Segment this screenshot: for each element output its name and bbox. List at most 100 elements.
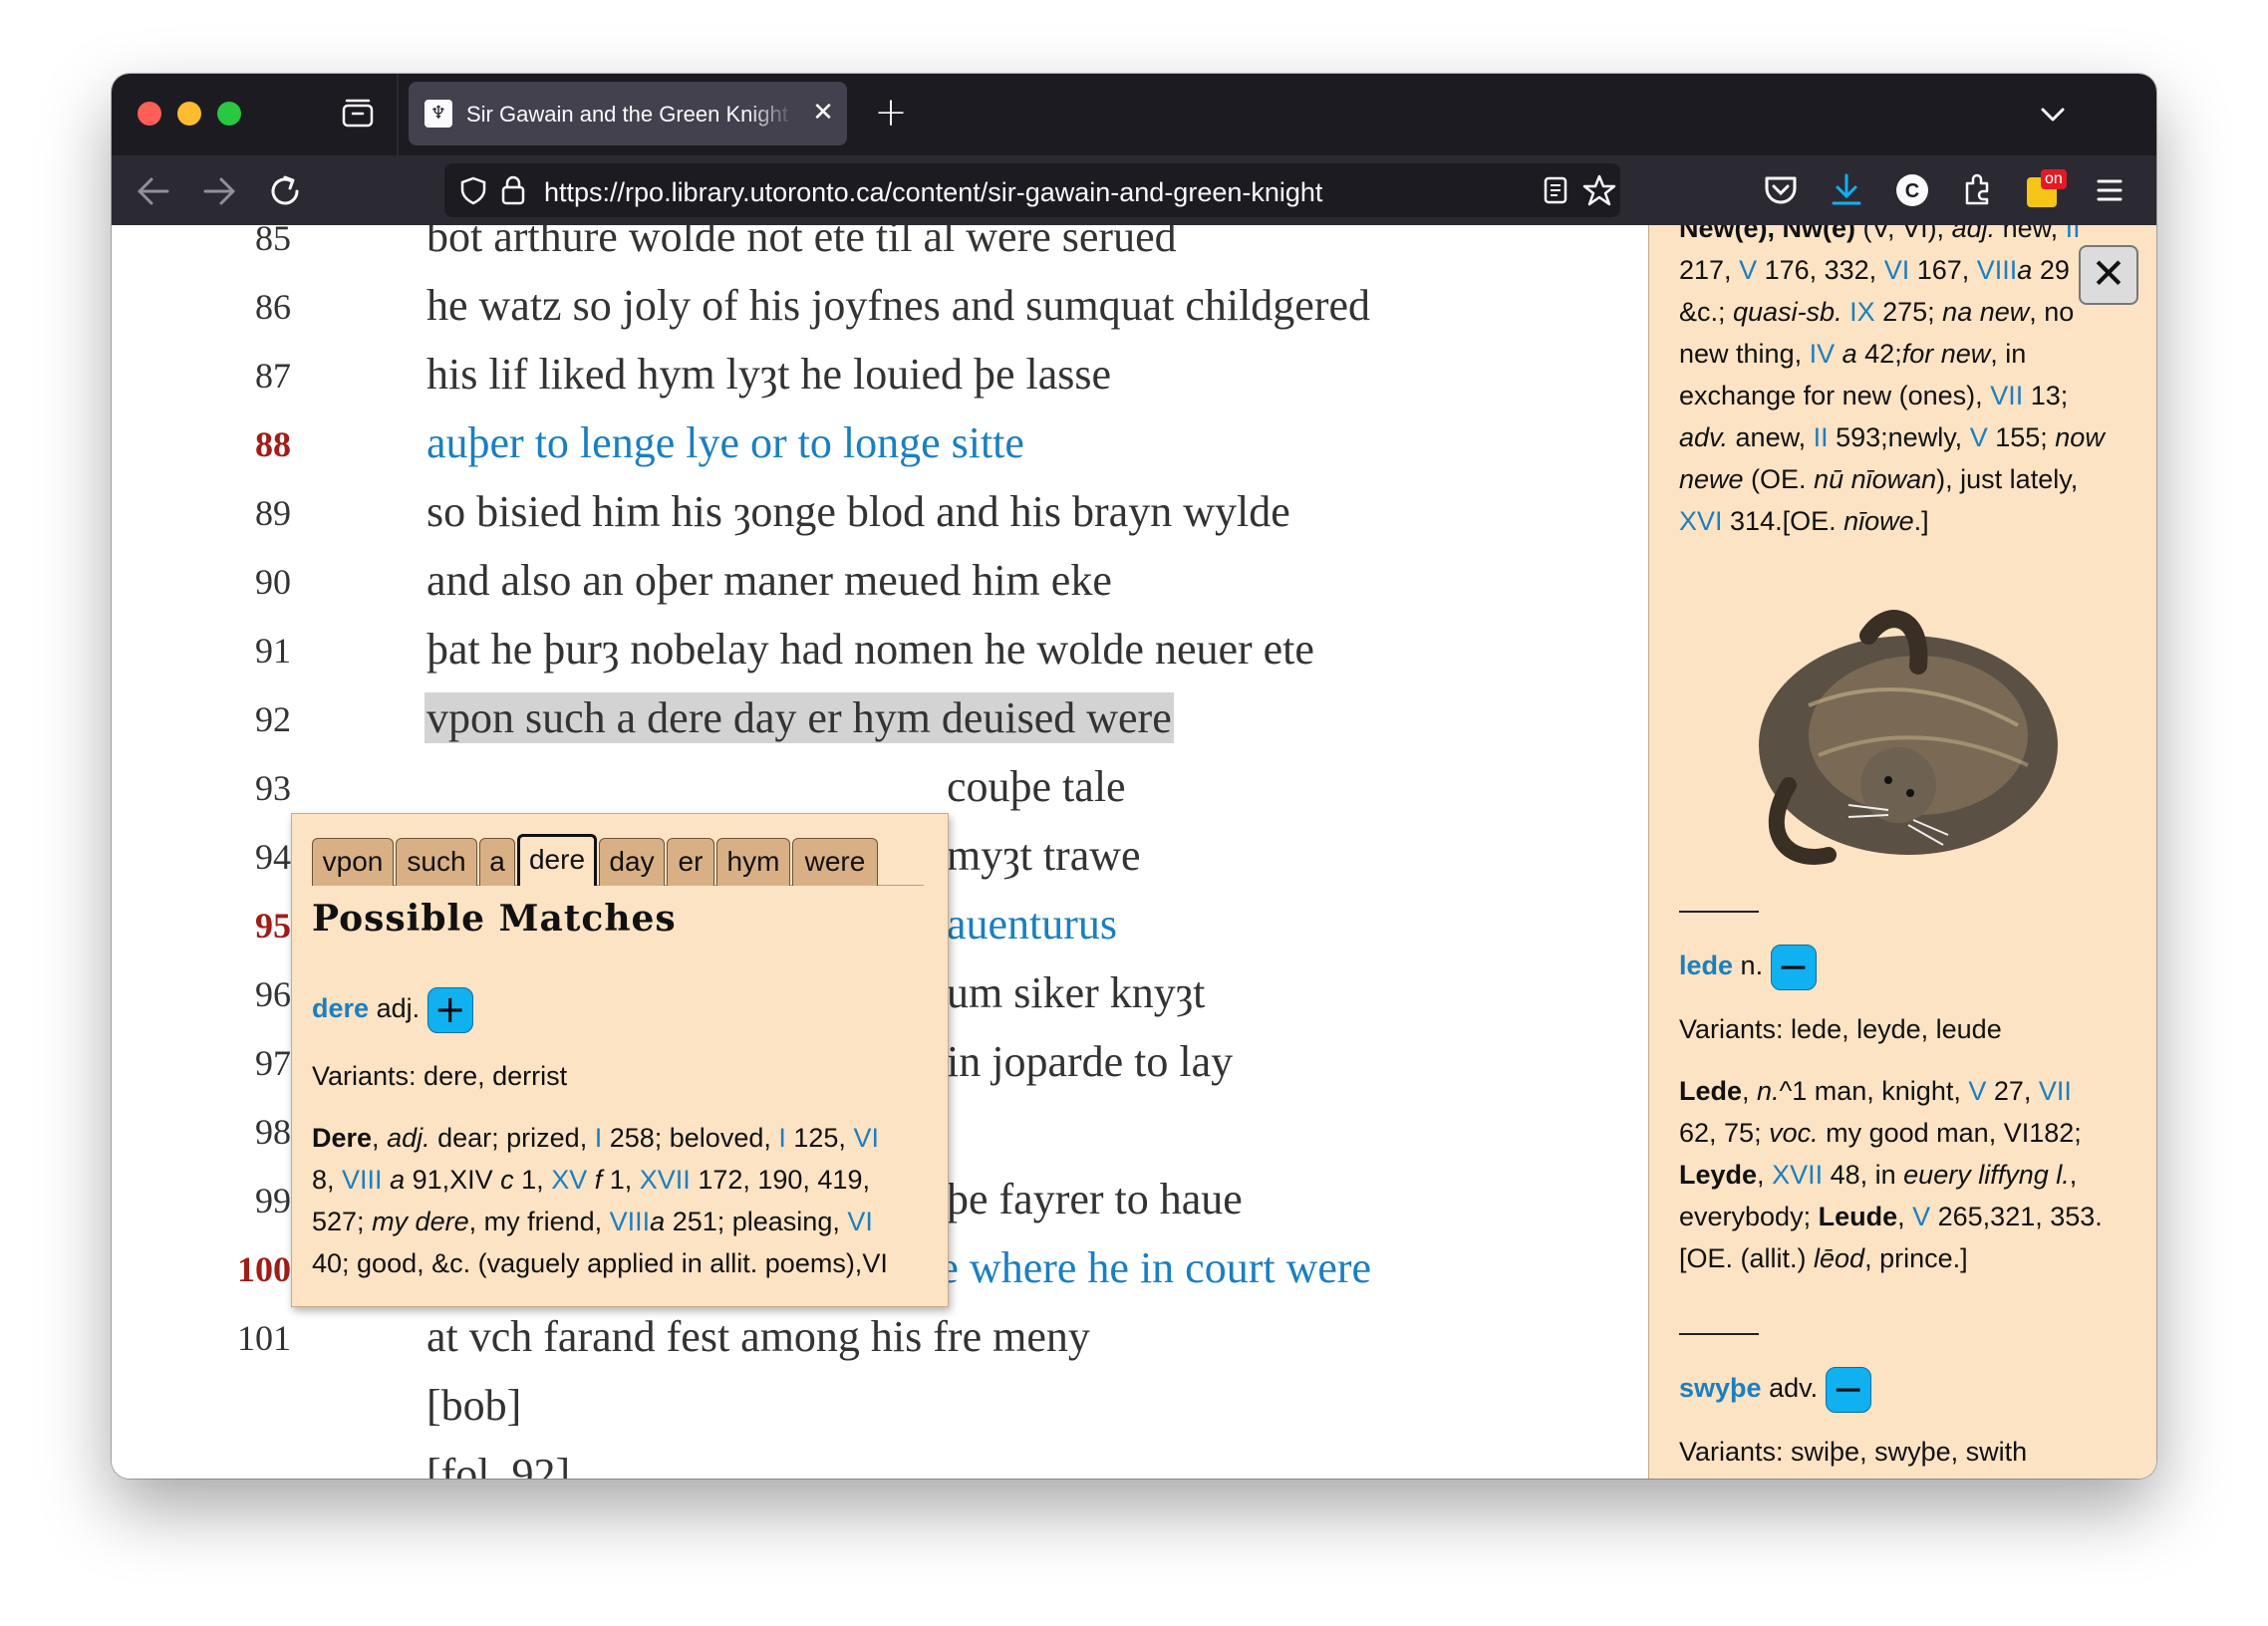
- line-text[interactable]: auenturus: [947, 899, 1117, 949]
- sidebar-definition-line: Lede, n.^1 man, knight, V 27, VII: [1679, 1076, 2072, 1106]
- chevron-down-icon[interactable]: [2033, 96, 2073, 136]
- line-number: 94: [255, 837, 291, 877]
- sidebar-definition-line: &c.; quasi-sb. IX 275; na new, no: [1679, 297, 2075, 327]
- line-number: 87: [255, 356, 291, 396]
- minimize-window-button[interactable]: [177, 102, 201, 126]
- reload-icon[interactable]: [263, 169, 307, 213]
- entry-header: dere adj. +: [312, 985, 473, 1033]
- navigation-toolbar: https://rpo.library.utoronto.ca/content/…: [112, 155, 2156, 225]
- line-text[interactable]: [bob]: [426, 1380, 521, 1431]
- line-text[interactable]: vpon such a dere day er hym deuised were: [425, 692, 1174, 743]
- line-text[interactable]: he watz so joly of his joyfnes and sumqu…: [426, 280, 1370, 331]
- sidebar-definition-line: newe (OE. nū nīowan), just lately,: [1679, 464, 2079, 494]
- extensions-puzzle-icon[interactable]: [1955, 167, 2001, 213]
- hamburger-menu-icon[interactable]: [2087, 167, 2132, 213]
- possible-matches-heading: Possible Matches: [312, 898, 677, 940]
- collapse-entry3-button[interactable]: −: [1825, 1366, 1871, 1413]
- line-number: 91: [255, 631, 291, 671]
- entry-word[interactable]: dere: [312, 993, 369, 1023]
- poem-line: 89 so bisied him his ȝonge blod and his b…: [112, 486, 1706, 546]
- site-favicon-icon: ♆: [425, 100, 452, 128]
- pocket-icon[interactable]: [1758, 167, 1804, 213]
- line-text[interactable]: so bisied him his ȝonge blod and his bra…: [426, 486, 1290, 537]
- line-text[interactable]: myȝt trawe: [947, 830, 1141, 881]
- line-text[interactable]: at vch farand fest among his fre meny: [426, 1311, 1090, 1362]
- tab-title: Sir Gawain and the Green Knight: [466, 102, 788, 127]
- word-tab[interactable]: vpon: [312, 838, 394, 886]
- poem-line: 87 his lif liked hym lyȝt he louied þe la…: [112, 349, 1706, 408]
- divider: [1679, 1333, 1759, 1335]
- definition-line: Dere, adj. dear; prized, I 258; beloved,…: [312, 1123, 879, 1153]
- back-icon[interactable]: [132, 169, 175, 213]
- lock-icon[interactable]: [498, 174, 528, 206]
- poem-line: 91 þat he þurȝ nobelay had nomen he wolde…: [112, 624, 1706, 683]
- page-content: 85 bot arthure wolde not ete til al were …: [112, 225, 2156, 1479]
- poem-line: 93 couþe tale: [112, 761, 1706, 821]
- definition-line: 8, VIII a 91,XIV c 1, XV f 1, XVII 172, …: [312, 1165, 870, 1195]
- line-text[interactable]: um siker knyȝt: [947, 967, 1205, 1018]
- line-text[interactable]: þe fayrer to haue: [947, 1174, 1243, 1224]
- line-text[interactable]: his lif liked hym lyȝt he louied þe lass…: [426, 349, 1111, 400]
- sidebar-entry3-pos: adv.: [1769, 1373, 1819, 1403]
- reader-view-icon[interactable]: [1541, 175, 1570, 205]
- collapse-entry2-button[interactable]: −: [1770, 944, 1817, 990]
- extension-on-icon[interactable]: on: [2021, 167, 2067, 213]
- shield-icon[interactable]: [458, 175, 488, 205]
- sidebar-definition-line: adv. anew, II 593;newly, V 155; now: [1679, 422, 2105, 452]
- word-tab[interactable]: were: [792, 838, 878, 886]
- word-tab[interactable]: hym: [716, 838, 790, 886]
- active-tab[interactable]: ♆ Sir Gawain and the Green Knight ✕: [409, 82, 847, 145]
- line-number: 101: [237, 1318, 291, 1358]
- close-sidebar-button[interactable]: ✕: [2079, 245, 2138, 305]
- url-text[interactable]: https://rpo.library.utoronto.ca/content/…: [544, 177, 1322, 208]
- entry-variants: Variants: dere, derrist: [312, 1061, 568, 1091]
- word-tab[interactable]: er: [667, 838, 714, 886]
- poem-line: 90 and also an oþer maner meued him eke: [112, 555, 1706, 615]
- bookmark-star-icon[interactable]: [1582, 173, 1616, 207]
- extension-c-icon[interactable]: C: [1889, 167, 1935, 213]
- line-text[interactable]: [fol. 92]: [426, 1449, 570, 1479]
- sidebar-entry3-word[interactable]: swyþe: [1679, 1373, 1762, 1403]
- line-text[interactable]: couþe tale: [947, 761, 1126, 812]
- line-number: 90: [255, 562, 291, 602]
- poem-line: 88 auþer to lenge lye or to longe sitte: [112, 417, 1706, 477]
- new-tab-button[interactable]: +: [869, 92, 913, 136]
- poem-line: [bob]: [112, 1380, 1706, 1440]
- definition-line: 527; my dere, my friend, VIIIa 251; plea…: [312, 1207, 873, 1236]
- line-number: 99: [255, 1181, 291, 1220]
- tab-separator: [397, 74, 399, 155]
- expand-entry-button[interactable]: +: [426, 986, 473, 1033]
- line-text[interactable]: bot arthure wolde not ete til al were se…: [426, 225, 1177, 262]
- forward-icon[interactable]: [197, 169, 241, 213]
- poem-line: [fol. 92]: [112, 1449, 1706, 1479]
- sidebar-definition-line: exchange for new (ones), VII 13;: [1679, 381, 2069, 410]
- line-number: 86: [255, 287, 291, 327]
- word-tab[interactable]: such: [396, 838, 477, 886]
- poem-line: 92 vpon such a dere day er hym deuised we…: [112, 692, 1706, 752]
- sidebar-definition-line: everybody; Leude, V 265,321, 353.: [1679, 1202, 2103, 1231]
- sidebar-definition-line: XVI 314.[OE. nīowe.]: [1679, 506, 1929, 536]
- line-number: 85: [255, 225, 291, 258]
- divider: [1679, 911, 1759, 913]
- line-text[interactable]: in joparde to lay: [947, 1036, 1233, 1087]
- poem-line: 85 bot arthure wolde not ete til al were …: [112, 225, 1706, 271]
- line-number: 93: [255, 768, 291, 808]
- tab-overview-icon[interactable]: [341, 98, 375, 130]
- line-text[interactable]: and also an oþer maner meued him eke: [426, 555, 1112, 606]
- download-icon[interactable]: [1824, 167, 1869, 213]
- close-window-button[interactable]: [138, 102, 161, 126]
- line-text[interactable]: þat he þurȝ nobelay had nomen he wolde n…: [426, 624, 1314, 675]
- word-tab[interactable]: dere: [517, 834, 597, 886]
- word-tab[interactable]: day: [599, 838, 665, 886]
- sidebar-entry2-word[interactable]: lede: [1679, 950, 1733, 980]
- zoom-window-button[interactable]: [217, 102, 241, 126]
- tab-bar: ♆ Sir Gawain and the Green Knight ✕ +: [112, 74, 2156, 155]
- line-text[interactable]: auþer to lenge lye or to longe sitte: [426, 417, 1024, 468]
- poem-line: 101 at vch farand fest among his fre meny: [112, 1311, 1706, 1371]
- word-tab[interactable]: a: [479, 838, 515, 886]
- cat-illustration-icon: [1759, 610, 2058, 865]
- url-bar[interactable]: https://rpo.library.utoronto.ca/content/…: [444, 163, 1620, 217]
- tab-close-button[interactable]: ✕: [807, 96, 839, 128]
- sidebar-definition-line: New(e), Nw(e) (V, VI), adj. new, II: [1679, 225, 2081, 243]
- sidebar-definition-line: 217, V 176, 332, VI 167, VIIIa 29: [1679, 255, 2070, 285]
